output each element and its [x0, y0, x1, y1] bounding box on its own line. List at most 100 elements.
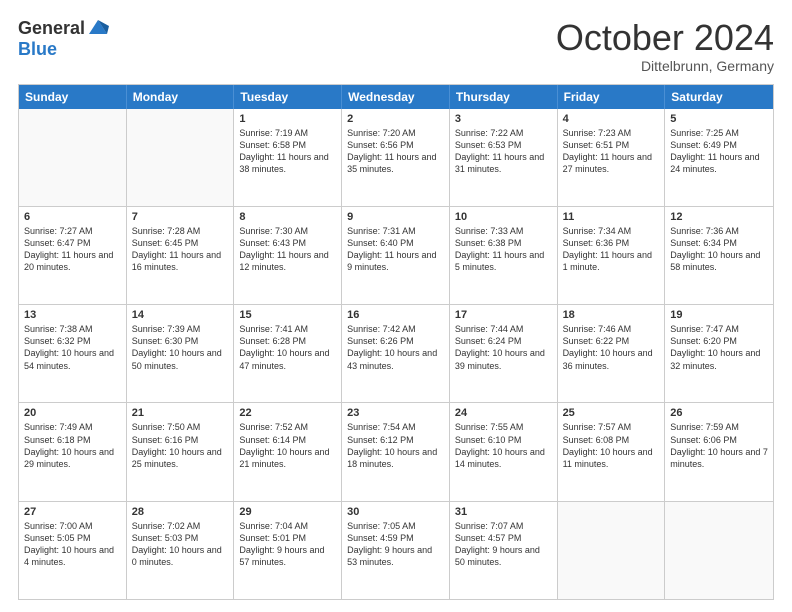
day-info: Sunrise: 7:31 AM Sunset: 6:40 PM Dayligh… — [347, 225, 444, 274]
calendar-cell — [558, 502, 666, 599]
day-number: 1 — [239, 113, 336, 125]
day-number: 7 — [132, 211, 229, 223]
day-info: Sunrise: 7:22 AM Sunset: 6:53 PM Dayligh… — [455, 127, 552, 176]
location: Dittelbrunn, Germany — [556, 58, 774, 74]
calendar-cell: 10Sunrise: 7:33 AM Sunset: 6:38 PM Dayli… — [450, 207, 558, 304]
weekday-header: Friday — [558, 85, 666, 109]
header: General Blue October 2024 Dittelbrunn, G… — [18, 18, 774, 74]
day-number: 2 — [347, 113, 444, 125]
day-number: 20 — [24, 407, 121, 419]
day-info: Sunrise: 7:46 AM Sunset: 6:22 PM Dayligh… — [563, 323, 660, 372]
day-info: Sunrise: 7:20 AM Sunset: 6:56 PM Dayligh… — [347, 127, 444, 176]
day-number: 22 — [239, 407, 336, 419]
day-number: 17 — [455, 309, 552, 321]
day-number: 28 — [132, 506, 229, 518]
calendar-cell: 30 Sunrise: 7:05 AM Sunset: 4:59 PM Dayli… — [342, 502, 450, 599]
calendar-cell: 12 Sunrise: 7:36 AM Sunset: 6:34 PM Dayli… — [665, 207, 773, 304]
day-number: 3 — [455, 113, 552, 125]
weekday-header: Sunday — [19, 85, 127, 109]
day-info: Sunrise: 7:05 AM Sunset: 4:59 PM Dayligh… — [347, 520, 444, 569]
calendar-cell — [665, 502, 773, 599]
day-number: 29 — [239, 506, 336, 518]
day-number: 8 — [239, 211, 336, 223]
day-number: 11 — [563, 211, 660, 223]
calendar-cell: 2 Sunrise: 7:20 AM Sunset: 6:56 PM Daylig… — [342, 109, 450, 206]
day-info: Sunrise: 7:57 AM Sunset: 6:08 PM Dayligh… — [563, 421, 660, 470]
day-number: 5 — [670, 113, 768, 125]
calendar-cell: 24Sunrise: 7:55 AM Sunset: 6:10 PM Dayli… — [450, 403, 558, 500]
day-number: 27 — [24, 506, 121, 518]
calendar-cell: 13 Sunrise: 7:38 AM Sunset: 6:32 PM Dayli… — [19, 305, 127, 402]
calendar-cell: 16Sunrise: 7:42 AM Sunset: 6:26 PM Dayli… — [342, 305, 450, 402]
day-info: Sunrise: 7:27 AM Sunset: 6:47 PM Dayligh… — [24, 225, 121, 274]
day-number: 12 — [670, 211, 768, 223]
day-info: Sunrise: 7:19 AM Sunset: 6:58 PM Dayligh… — [239, 127, 336, 176]
day-number: 30 — [347, 506, 444, 518]
logo: General Blue — [18, 18, 109, 60]
calendar-cell: 3 Sunrise: 7:22 AM Sunset: 6:53 PM Daylig… — [450, 109, 558, 206]
calendar-cell: 4 Sunrise: 7:23 AM Sunset: 6:51 PM Daylig… — [558, 109, 666, 206]
calendar-cell: 18 Sunrise: 7:46 AM Sunset: 6:22 PM Dayli… — [558, 305, 666, 402]
calendar-cell: 20Sunrise: 7:49 AM Sunset: 6:18 PM Dayli… — [19, 403, 127, 500]
day-info: Sunrise: 7:02 AM Sunset: 5:03 PM Dayligh… — [132, 520, 229, 569]
day-number: 21 — [132, 407, 229, 419]
calendar-cell: 9 Sunrise: 7:31 AM Sunset: 6:40 PM Daylig… — [342, 207, 450, 304]
calendar-cell: 19 Sunrise: 7:47 AM Sunset: 6:20 PM Dayli… — [665, 305, 773, 402]
day-info: Sunrise: 7:41 AM Sunset: 6:28 PM Dayligh… — [239, 323, 336, 372]
day-number: 13 — [24, 309, 121, 321]
calendar-cell: 27 Sunrise: 7:00 AM Sunset: 5:05 PM Dayli… — [19, 502, 127, 599]
calendar-cell — [19, 109, 127, 206]
day-number: 18 — [563, 309, 660, 321]
weekday-header: Tuesday — [234, 85, 342, 109]
calendar-row: 1 Sunrise: 7:19 AM Sunset: 6:58 PM Daylig… — [19, 109, 773, 206]
calendar-cell: 1 Sunrise: 7:19 AM Sunset: 6:58 PM Daylig… — [234, 109, 342, 206]
weekday-header: Wednesday — [342, 85, 450, 109]
day-info: Sunrise: 7:39 AM Sunset: 6:30 PM Dayligh… — [132, 323, 229, 372]
day-number: 6 — [24, 211, 121, 223]
day-info: Sunrise: 7:59 AM Sunset: 6:06 PM Dayligh… — [670, 421, 768, 470]
calendar: SundayMondayTuesdayWednesdayThursdayFrid… — [18, 84, 774, 600]
day-number: 9 — [347, 211, 444, 223]
calendar-cell: 22 Sunrise: 7:52 AM Sunset: 6:14 PM Dayli… — [234, 403, 342, 500]
day-number: 15 — [239, 309, 336, 321]
day-info: Sunrise: 7:36 AM Sunset: 6:34 PM Dayligh… — [670, 225, 768, 274]
calendar-cell: 11 Sunrise: 7:34 AM Sunset: 6:36 PM Dayli… — [558, 207, 666, 304]
calendar-cell: 14Sunrise: 7:39 AM Sunset: 6:30 PM Dayli… — [127, 305, 235, 402]
calendar-cell: 5 Sunrise: 7:25 AM Sunset: 6:49 PM Daylig… — [665, 109, 773, 206]
logo-general: General — [18, 18, 85, 39]
weekday-header: Thursday — [450, 85, 558, 109]
day-info: Sunrise: 7:28 AM Sunset: 6:45 PM Dayligh… — [132, 225, 229, 274]
day-number: 25 — [563, 407, 660, 419]
day-number: 4 — [563, 113, 660, 125]
day-info: Sunrise: 7:07 AM Sunset: 4:57 PM Dayligh… — [455, 520, 552, 569]
logo-icon — [87, 16, 109, 38]
calendar-cell: 29Sunrise: 7:04 AM Sunset: 5:01 PM Dayli… — [234, 502, 342, 599]
day-info: Sunrise: 7:00 AM Sunset: 5:05 PM Dayligh… — [24, 520, 121, 569]
day-info: Sunrise: 7:54 AM Sunset: 6:12 PM Dayligh… — [347, 421, 444, 470]
day-info: Sunrise: 7:34 AM Sunset: 6:36 PM Dayligh… — [563, 225, 660, 274]
calendar-cell: 26Sunrise: 7:59 AM Sunset: 6:06 PM Dayli… — [665, 403, 773, 500]
calendar-cell: 23 Sunrise: 7:54 AM Sunset: 6:12 PM Dayli… — [342, 403, 450, 500]
calendar-row: 13 Sunrise: 7:38 AM Sunset: 6:32 PM Dayli… — [19, 304, 773, 402]
day-number: 23 — [347, 407, 444, 419]
day-info: Sunrise: 7:23 AM Sunset: 6:51 PM Dayligh… — [563, 127, 660, 176]
calendar-header: SundayMondayTuesdayWednesdayThursdayFrid… — [19, 85, 773, 109]
calendar-cell: 31Sunrise: 7:07 AM Sunset: 4:57 PM Dayli… — [450, 502, 558, 599]
day-info: Sunrise: 7:25 AM Sunset: 6:49 PM Dayligh… — [670, 127, 768, 176]
day-info: Sunrise: 7:30 AM Sunset: 6:43 PM Dayligh… — [239, 225, 336, 274]
calendar-body: 1 Sunrise: 7:19 AM Sunset: 6:58 PM Daylig… — [19, 109, 773, 599]
day-info: Sunrise: 7:33 AM Sunset: 6:38 PM Dayligh… — [455, 225, 552, 274]
calendar-cell: 6 Sunrise: 7:27 AM Sunset: 6:47 PM Daylig… — [19, 207, 127, 304]
calendar-row: 6 Sunrise: 7:27 AM Sunset: 6:47 PM Daylig… — [19, 206, 773, 304]
day-info: Sunrise: 7:38 AM Sunset: 6:32 PM Dayligh… — [24, 323, 121, 372]
calendar-cell: 8 Sunrise: 7:30 AM Sunset: 6:43 PM Daylig… — [234, 207, 342, 304]
day-number: 19 — [670, 309, 768, 321]
calendar-cell: 15 Sunrise: 7:41 AM Sunset: 6:28 PM Dayli… — [234, 305, 342, 402]
calendar-cell: 7 Sunrise: 7:28 AM Sunset: 6:45 PM Daylig… — [127, 207, 235, 304]
weekday-header: Saturday — [665, 85, 773, 109]
day-number: 16 — [347, 309, 444, 321]
day-info: Sunrise: 7:47 AM Sunset: 6:20 PM Dayligh… — [670, 323, 768, 372]
day-info: Sunrise: 7:52 AM Sunset: 6:14 PM Dayligh… — [239, 421, 336, 470]
logo-blue: Blue — [18, 39, 57, 59]
month-title: October 2024 — [556, 18, 774, 58]
